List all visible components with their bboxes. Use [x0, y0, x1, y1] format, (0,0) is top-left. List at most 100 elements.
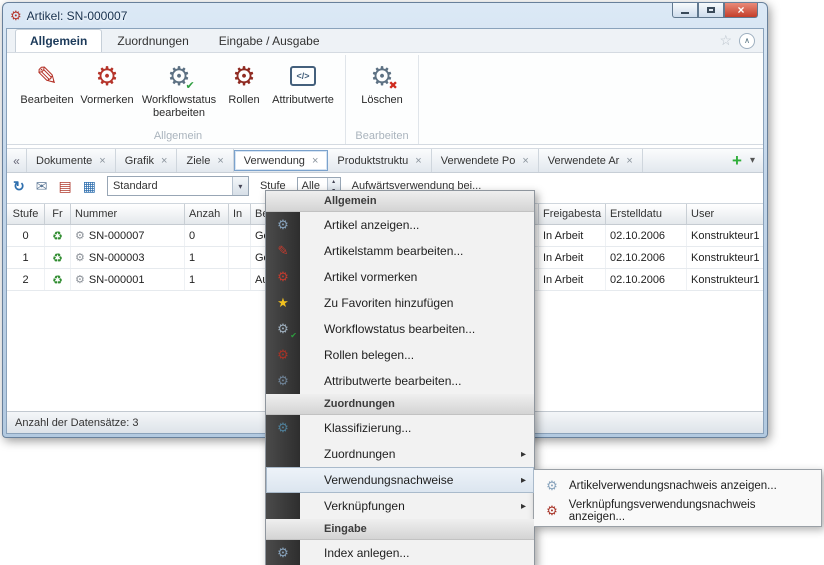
- ribbon-group-label: Bearbeiten: [346, 130, 418, 142]
- tab-verwendung[interactable]: Verwendung ×: [234, 150, 329, 171]
- gear-icon: ⚙: [95, 60, 118, 92]
- tab-ziele[interactable]: Ziele ×: [177, 149, 233, 172]
- menu-item-workflowstatus[interactable]: ⚙✔ Workflowstatus bearbeiten...: [266, 316, 534, 342]
- status-arrows-icon: ♻: [52, 273, 63, 287]
- star-icon: ★: [273, 295, 293, 311]
- scroll-tabs-left-button[interactable]: «: [7, 149, 27, 172]
- usage-report-icon: ⚙: [543, 478, 561, 494]
- button-label: Bearbeiten: [20, 94, 73, 107]
- close-tab-icon[interactable]: ×: [217, 155, 223, 167]
- cell-anzahl: 0: [185, 225, 229, 246]
- tab-label: Verwendung: [244, 155, 305, 167]
- delete-cross-icon: ✖: [388, 79, 397, 92]
- ribbon-tab-eingabe-ausgabe[interactable]: Eingabe / Ausgabe: [204, 29, 335, 52]
- close-tab-icon[interactable]: ×: [415, 155, 421, 167]
- attributwerte-button[interactable]: </> Attributwerte: [267, 57, 339, 110]
- document-icon[interactable]: ▤: [58, 178, 71, 195]
- cell-erstelldatum: 02.10.2006: [606, 225, 687, 246]
- tab-verwendete-po[interactable]: Verwendete Po ×: [432, 149, 539, 172]
- tab-verwendete-ar[interactable]: Verwendete Ar ×: [539, 149, 643, 172]
- tab-list-dropdown[interactable]: ▾: [750, 149, 763, 172]
- roles-gear-icon: ⚙: [232, 60, 255, 92]
- ribbon-tab-zuordnungen[interactable]: Zuordnungen: [102, 29, 203, 52]
- menu-item-zu-favoriten[interactable]: ★ Zu Favoriten hinzufügen: [266, 290, 534, 316]
- close-button[interactable]: ×: [724, 3, 758, 18]
- tab-produktstruktur[interactable]: Produktstruktu ×: [328, 149, 431, 172]
- column-header-stufe[interactable]: Stufe: [7, 204, 45, 224]
- check-icon: ✔: [185, 79, 194, 92]
- column-header-freigabestatus[interactable]: Freigabesta: [539, 204, 606, 224]
- workflowstatus-bearbeiten-button[interactable]: ⚙✔ Workflowstatus bearbeiten: [137, 57, 221, 122]
- menu-item-label: Attributwerte bearbeiten...: [324, 374, 461, 388]
- gear-icon: ⚙: [273, 269, 293, 285]
- column-header-fr[interactable]: Fr: [45, 204, 71, 224]
- minimize-icon: [681, 12, 689, 14]
- edit-pencil-icon: ✎: [273, 243, 293, 259]
- submenu-arrow-icon: ▸: [521, 475, 526, 486]
- menu-item-verwendungsnachweise[interactable]: Verwendungsnachweise ▸: [266, 467, 534, 493]
- cell-stufe: 2: [7, 269, 45, 290]
- button-label: Rollen: [228, 94, 259, 107]
- menu-item-artikel-vormerken[interactable]: ⚙ Artikel vormerken: [266, 264, 534, 290]
- vormerken-button[interactable]: ⚙ Vormerken: [77, 57, 137, 110]
- view-article-icon: ⚙: [273, 217, 293, 233]
- refresh-icon[interactable]: ↻: [13, 178, 25, 195]
- ribbon-tab-allgemein[interactable]: Allgemein: [15, 29, 102, 52]
- menu-item-klassifizierung[interactable]: ⚙ Klassifizierung...: [266, 415, 534, 441]
- bearbeiten-button[interactable]: ✎ Bearbeiten: [17, 57, 77, 110]
- view-combobox[interactable]: Standard ▾: [107, 176, 249, 196]
- cell-freigabestatus: In Arbeit: [539, 247, 606, 268]
- cell-fr: ♻: [45, 269, 71, 290]
- menu-item-attributwerte[interactable]: ⚙ Attributwerte bearbeiten...: [266, 368, 534, 394]
- attributes-gear-icon: ⚙: [273, 373, 293, 389]
- loeschen-button[interactable]: ⚙✖ Löschen: [352, 57, 412, 110]
- submenu-item-verknuepfungsverwendungsnachweis[interactable]: ⚙ Verknüpfungsverwendungsnachweis anzeig…: [534, 498, 821, 523]
- titlebar[interactable]: ⚙ Artikel: SN-000007 ×: [6, 3, 764, 28]
- menu-item-label: Verknüpfungen: [324, 499, 405, 513]
- article-number: SN-000007: [89, 230, 145, 242]
- report-icon[interactable]: ▦: [83, 178, 96, 195]
- ribbon-tab-bar: Allgemein Zuordnungen Eingabe / Ausgabe …: [7, 29, 763, 53]
- check-icon: ✔: [290, 331, 297, 340]
- combo-dropdown-icon[interactable]: ▾: [232, 177, 248, 195]
- minimize-button[interactable]: [672, 3, 698, 18]
- tab-dokumente[interactable]: Dokumente ×: [27, 149, 116, 172]
- add-tab-button[interactable]: +: [724, 149, 750, 172]
- article-gear-icon: ⚙: [75, 273, 85, 286]
- button-label: Workflowstatus bearbeiten: [139, 94, 219, 119]
- menu-section-allgemein: Allgemein: [266, 191, 534, 212]
- tab-label: Grafik: [125, 155, 154, 167]
- context-menu: Allgemein ⚙ Artikel anzeigen... ✎ Artike…: [265, 190, 535, 565]
- cell-user: Konstrukteur1: [687, 225, 763, 246]
- export-icon[interactable]: ✉: [36, 178, 48, 195]
- menu-item-artikel-anzeigen[interactable]: ⚙ Artikel anzeigen...: [266, 212, 534, 238]
- collapse-ribbon-button[interactable]: ∧: [739, 33, 755, 49]
- submenu-item-artikelverwendungsnachweis[interactable]: ⚙ Artikelverwendungsnachweis anzeigen...: [534, 473, 821, 498]
- close-tab-icon[interactable]: ×: [626, 155, 632, 167]
- close-tab-icon[interactable]: ×: [161, 155, 167, 167]
- menu-item-artikelstamm-bearbeiten[interactable]: ✎ Artikelstamm bearbeiten...: [266, 238, 534, 264]
- tab-grafik[interactable]: Grafik ×: [116, 149, 178, 172]
- cell-freigabestatus: In Arbeit: [539, 225, 606, 246]
- menu-item-verknuepfungen[interactable]: Verknüpfungen ▸: [266, 493, 534, 519]
- column-header-erstelldatum[interactable]: Erstelldatu: [606, 204, 687, 224]
- close-tab-icon[interactable]: ×: [522, 155, 528, 167]
- favorite-star-icon[interactable]: ☆: [719, 32, 732, 49]
- tab-label: Verwendete Po: [441, 155, 516, 167]
- column-header-in[interactable]: In: [229, 204, 251, 224]
- column-header-nummer[interactable]: Nummer: [71, 204, 185, 224]
- menu-item-rollen-belegen[interactable]: ⚙ Rollen belegen...: [266, 342, 534, 368]
- rollen-button[interactable]: ⚙ Rollen: [221, 57, 267, 110]
- ribbon-group-bearbeiten: ⚙✖ Löschen Bearbeiten: [346, 55, 419, 144]
- menu-item-zuordnungen[interactable]: Zuordnungen ▸: [266, 441, 534, 467]
- close-tab-icon[interactable]: ×: [99, 155, 105, 167]
- spin-up-icon[interactable]: ▴: [328, 178, 340, 187]
- menu-section-zuordnungen: Zuordnungen: [266, 394, 534, 415]
- close-tab-icon[interactable]: ×: [312, 155, 318, 167]
- column-header-user[interactable]: User: [687, 204, 763, 224]
- cell-nummer: ⚙SN-000003: [71, 247, 185, 268]
- column-header-anzahl[interactable]: Anzah: [185, 204, 229, 224]
- maximize-button[interactable]: [698, 3, 724, 18]
- menu-item-index-anlegen[interactable]: ⚙ Index anlegen...: [266, 540, 534, 565]
- submenu-item-label: Verknüpfungsverwendungsnachweis anzeigen…: [569, 499, 812, 523]
